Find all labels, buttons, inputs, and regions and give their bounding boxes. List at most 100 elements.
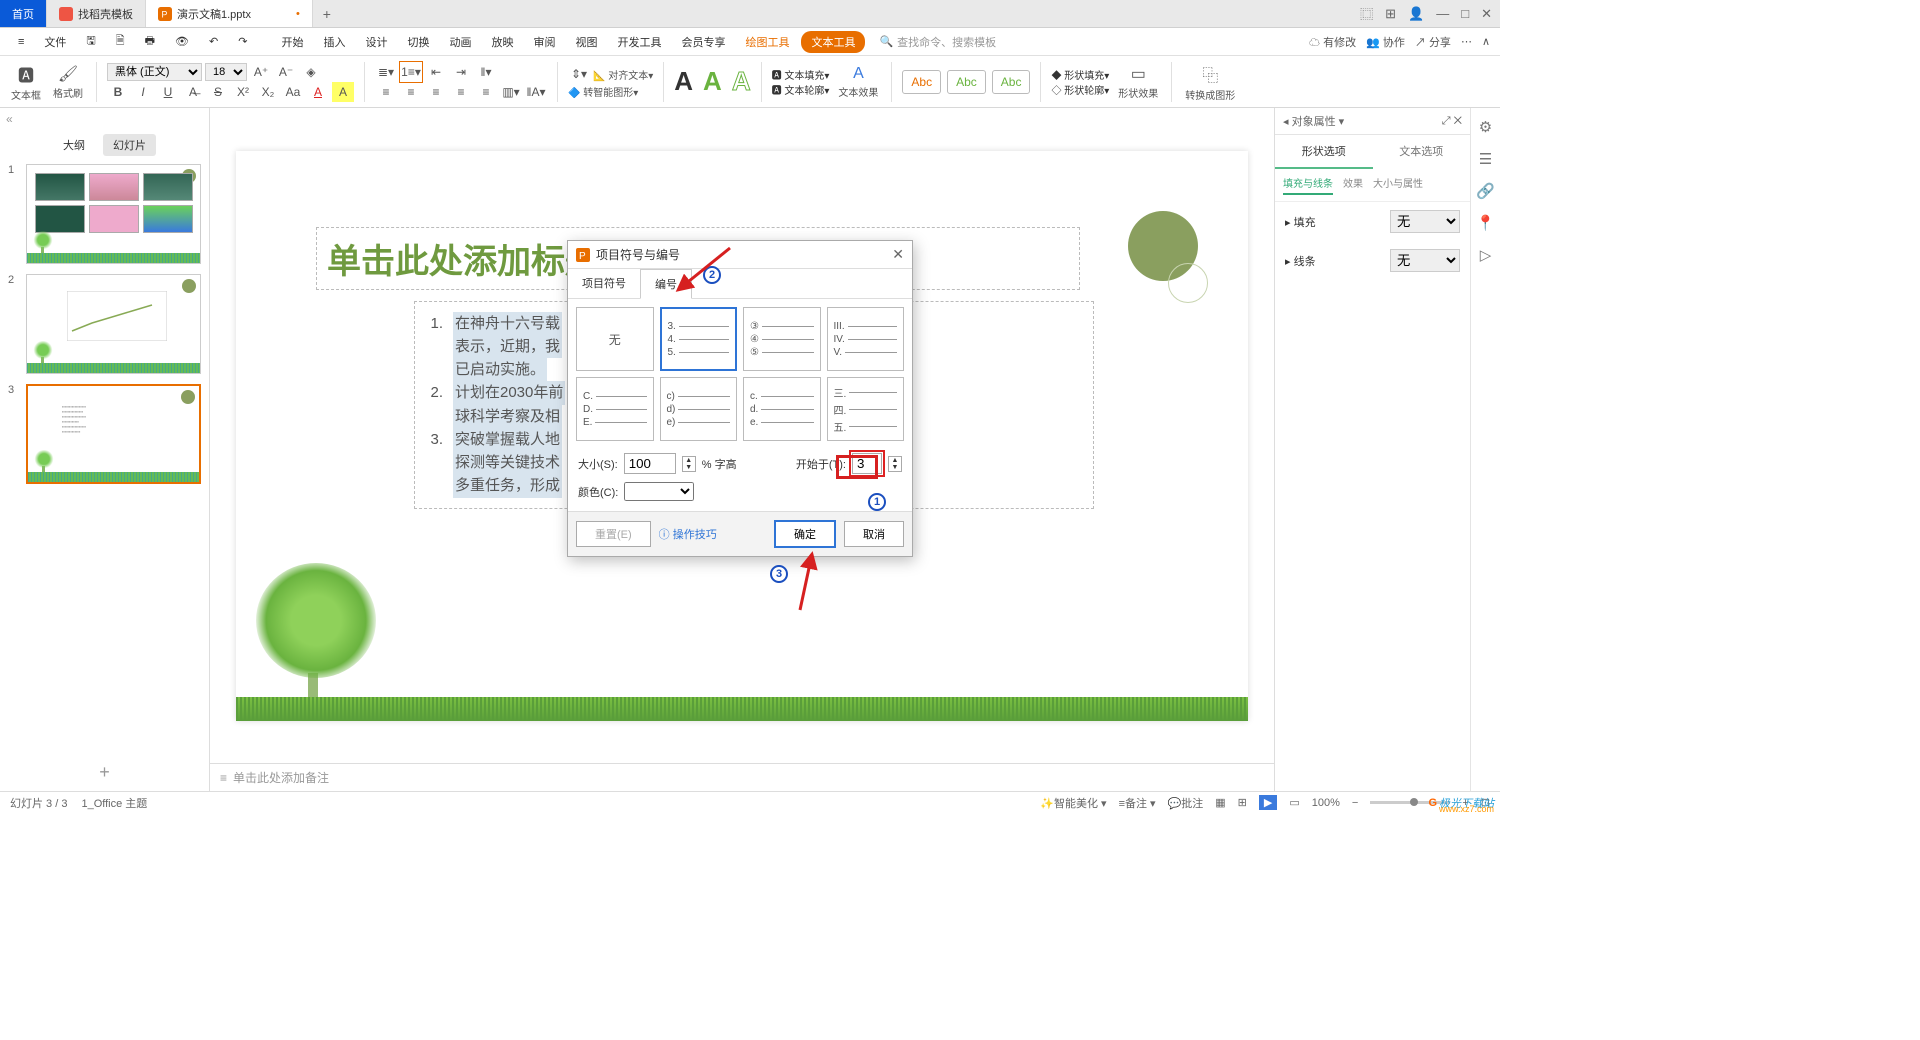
view-play-icon[interactable]: ▶ [1259,795,1277,810]
menu-expand-icon[interactable]: ∧ [1482,35,1490,48]
status-edit[interactable]: ☁ 有修改 [1309,34,1356,50]
notes-bar[interactable]: ≡ 单击此处添加备注 [210,763,1274,791]
menu-more-icon[interactable]: ⋯ [1461,35,1472,48]
textdir-icon[interactable]: ‖A▾ [525,82,547,102]
menu-devtools[interactable]: 开发工具 [609,30,669,54]
ok-button[interactable]: 确定 [774,520,836,548]
textbox-button[interactable]: 🅰文本框 [8,62,44,102]
shapeeffect-button[interactable]: ▭形状效果 [1115,64,1161,100]
menu-slideshow[interactable]: 放映 [483,30,521,54]
menu-hamburger-icon[interactable]: ≡ [10,32,32,52]
cancel-button[interactable]: 取消 [844,521,904,547]
font-select[interactable]: 黑体 (正文) [107,63,202,81]
dialog-tab-number[interactable]: 编号 [640,269,692,299]
color-select[interactable] [624,482,694,501]
valign-icon[interactable]: ⇕▾ [568,64,590,84]
tab-home[interactable]: 首页 [0,0,47,27]
num-cell-1[interactable]: ③④⑤ [743,307,821,371]
menu-transition[interactable]: 切换 [399,30,437,54]
shrink-font-icon[interactable]: A⁻ [275,62,297,82]
strike-icon[interactable]: A̶ [182,82,204,102]
textfill-button[interactable]: 🅰 文本填充▾ [772,67,830,82]
save-icon[interactable]: 🖫 [78,28,103,55]
view-normal-icon[interactable]: ▦ [1215,796,1225,809]
status-share[interactable]: ↗ 分享 [1415,34,1451,50]
line-select[interactable]: 无 [1390,249,1460,272]
thumb-2[interactable] [26,274,201,374]
highlight-icon[interactable]: A [332,82,354,102]
num-cell-3[interactable]: C.D.E. [576,377,654,441]
print-icon[interactable]: 🖶 [137,28,163,55]
textoutline-button[interactable]: 🅰 文本轮廓▾ [772,82,830,97]
align-center-icon[interactable]: ≡ [400,82,422,102]
fontsize-select[interactable]: 18 [205,63,247,81]
grow-font-icon[interactable]: A⁺ [250,62,272,82]
view-read-icon[interactable]: ▭ [1289,796,1299,809]
indent-dec-icon[interactable]: ⇤ [425,62,447,82]
size-input[interactable] [624,453,676,474]
menu-drawtools[interactable]: 绘图工具 [737,30,797,54]
columns-icon[interactable]: ▥▾ [500,82,522,102]
smartgfx-button[interactable]: 🔷 转智能图形▾ [568,84,638,99]
bullets-icon[interactable]: ≣▾ [375,62,397,82]
add-slide-button[interactable]: + [0,754,209,791]
tips-link[interactable]: ⓘ 操作技巧 [659,526,717,542]
sub-icon[interactable]: X₂ [257,82,279,102]
case-icon[interactable]: Aa [282,82,304,102]
tool-pin-icon[interactable]: 📍 [1476,214,1495,232]
tool-link-icon[interactable]: 🔗 [1476,182,1495,200]
wordart-a3[interactable]: A [732,66,751,97]
shapeoutline-button[interactable]: ◇ 形状轮廓▾ [1051,82,1109,97]
dialog-tab-bullet[interactable]: 项目符号 [568,269,640,298]
menu-review[interactable]: 审阅 [525,30,563,54]
saveas-icon[interactable]: 🗎 [108,28,133,55]
prop-sub-size[interactable]: 大小与属性 [1373,175,1423,195]
thumb-3[interactable]: ▪▪▪▪▪▪▪▪▪▪▪▪▪▪▪▪▪▪▪▪▪▪▪▪▪▪▪▪▪▪▪▪▪▪▪▪▪▪▪▪… [26,384,201,484]
shapestyle-1[interactable]: Abc [902,70,941,94]
lineheight-icon[interactable]: ‖▾ [475,62,497,82]
align-right-icon[interactable]: ≡ [425,82,447,102]
num-cell-none[interactable]: 无 [576,307,654,371]
tool-style-icon[interactable]: ☰ [1479,150,1492,168]
tab-document[interactable]: P 演示文稿1.pptx • [146,0,313,27]
preview-icon[interactable]: 👁 [167,31,197,52]
grid-icon[interactable]: ⊞ [1385,6,1396,22]
fill-select[interactable]: 无 [1390,210,1460,233]
num-cell-4[interactable]: c)d)e) [660,377,738,441]
num-cell-0[interactable]: 3.4.5. [660,307,738,371]
layout-icon[interactable]: ⿴ [1360,4,1373,23]
maximize-icon[interactable]: □ [1461,6,1469,21]
num-cell-2[interactable]: III.IV.V. [827,307,905,371]
texteffect-button[interactable]: A文本效果 [835,65,881,99]
italic-icon[interactable]: I [132,82,154,102]
panel-collapse-icon[interactable]: « [0,108,209,130]
zoom-out-icon[interactable]: − [1352,797,1358,809]
menu-animation[interactable]: 动画 [441,30,479,54]
menu-start[interactable]: 开始 [273,30,311,54]
num-cell-5[interactable]: c.d.e. [743,377,821,441]
menu-design[interactable]: 设计 [357,30,395,54]
num-cell-6[interactable]: 三.四.五. [827,377,905,441]
align-left-icon[interactable]: ≡ [375,82,397,102]
shapestyle-3[interactable]: Abc [992,70,1031,94]
menu-vip[interactable]: 会员专享 [673,30,733,54]
prop-tab-text[interactable]: 文本选项 [1373,135,1471,169]
tool-play-icon[interactable]: ▷ [1480,246,1492,264]
undo-icon[interactable]: ↶ [201,31,226,52]
prop-sub-fill[interactable]: 填充与线条 [1283,175,1333,195]
start-spinner[interactable]: ▲▼ [888,456,902,472]
menu-insert[interactable]: 插入 [315,30,353,54]
size-spinner[interactable]: ▲▼ [682,456,696,472]
search-box[interactable]: 🔍 查找命令、搜索模板 [879,34,996,50]
thumb-1[interactable] [26,164,201,264]
wordart-a1[interactable]: A [674,66,693,97]
numbering-icon[interactable]: 1≡▾ [400,62,422,82]
tool-settings-icon[interactable]: ⚙ [1479,118,1492,136]
start-input[interactable] [852,453,882,474]
shapestyle-2[interactable]: Abc [947,70,986,94]
menu-file[interactable]: 文件 [36,30,74,54]
convert-button[interactable]: ⿻转换成图形 [1182,62,1238,102]
super-icon[interactable]: X² [232,82,254,102]
view-sorter-icon[interactable]: ⊞ [1238,796,1247,809]
tab-add[interactable]: + [313,0,341,27]
